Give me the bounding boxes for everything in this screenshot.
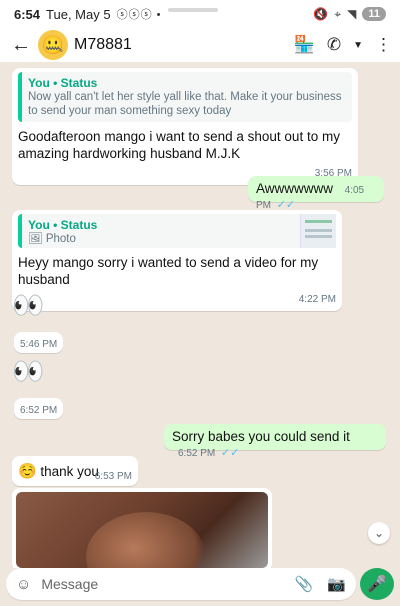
quoted-status[interactable]: You • Status Now yall can't let her styl… [18, 72, 352, 122]
header-actions: 🏪 ✆ ▼ ⋮ [294, 35, 392, 55]
emoji-sticker-icon[interactable]: ☺ [16, 576, 31, 593]
media-thumbnail[interactable] [16, 492, 268, 568]
quote-author: You • Status [28, 76, 98, 90]
message-bubble-incoming[interactable]: You • Status 🖼 Photo Heyy mango sorry i … [12, 210, 342, 311]
message-time: 6:53 PM [94, 471, 132, 482]
message-text: Heyy mango sorry i wanted to send a vide… [18, 255, 319, 287]
message-text: Goodafteroon mango i want to send a shou… [18, 129, 340, 161]
battery-badge: 11 [362, 7, 386, 21]
status-date: Tue, May 5 [46, 6, 111, 22]
status-time: 6:54 [14, 6, 41, 22]
message-bubble-outgoing[interactable]: Awwwwwww 4:05 PM ✓✓ [248, 176, 384, 211]
notification-icons: ⓢⓢⓢ • [116, 9, 162, 21]
chat-area[interactable]: You • Status Now yall can't let her styl… [0, 62, 400, 568]
phone-icon[interactable]: ✆ [327, 35, 341, 55]
quote-text: Now yall can't let her style yall like t… [28, 91, 342, 117]
mic-icon: 🎤 [367, 576, 387, 593]
message-text: Awwwwwww [256, 181, 334, 196]
chat-header: ← 🤐 M78881 🏪 ✆ ▼ ⋮ [0, 28, 400, 62]
status-bar: 6:54 Tue, May 5 ⓢⓢⓢ • 🔇 ⌖ ◥ 11 [0, 0, 400, 28]
mute-icon: 🔇 [313, 7, 329, 21]
store-icon[interactable]: 🏪 [294, 35, 315, 55]
message-time: 6:52 PM [178, 448, 216, 459]
status-pill [168, 8, 218, 12]
double-check-icon: ✓✓ [220, 447, 240, 459]
quote-author: You • Status [28, 218, 98, 232]
eyes-emoji: 👀 [12, 290, 45, 320]
mic-button[interactable]: 🎤 [360, 568, 394, 600]
status-right: 🔇 ⌖ ◥ 11 [313, 7, 386, 22]
camera-icon[interactable]: 📷 [327, 575, 346, 593]
contact-name[interactable]: M78881 [74, 36, 132, 54]
photo-icon: 🖼 [28, 233, 43, 245]
avatar-emoji: 🤐 [41, 34, 65, 55]
message-time: 6:52 PM [20, 405, 58, 416]
message-placeholder: Message [41, 576, 99, 592]
more-options-icon[interactable]: ⋮ [375, 35, 392, 55]
message-time: 5:46 PM [20, 339, 58, 350]
media-message[interactable] [12, 488, 272, 568]
back-arrow-icon[interactable]: ← [8, 34, 34, 57]
message-bubble-incoming[interactable]: ☺️ thank you 6:53 PM [12, 456, 138, 486]
location-icon: ⌖ [334, 6, 342, 21]
message-time-bubble: 6:52 PM [14, 398, 64, 419]
emoji-message[interactable]: 👀 [12, 290, 44, 321]
eyes-emoji: 👀 [12, 356, 45, 386]
smile-emoji: ☺️ [18, 463, 37, 480]
status-thumbnail [300, 214, 336, 248]
message-text: thank you [40, 464, 99, 479]
scroll-down-icon[interactable]: ⌄ [368, 522, 390, 544]
quote-text: Photo [45, 233, 76, 245]
message-bubble-outgoing[interactable]: Sorry babes you could send it 6:52 PM ✓✓ [164, 424, 386, 459]
wifi-icon: ◥ [347, 7, 357, 21]
chevron-down-icon[interactable]: ▼ [353, 40, 363, 51]
message-composer: ☺ Message 📎 📷 🎤 [0, 568, 400, 606]
message-text: Sorry babes you could send it [172, 429, 350, 444]
attach-icon[interactable]: 📎 [295, 575, 314, 593]
emoji-message[interactable]: 👀 [12, 356, 44, 387]
message-time: 4:22 PM [298, 294, 336, 305]
message-input[interactable]: ☺ Message 📎 📷 [6, 568, 356, 600]
quoted-status[interactable]: You • Status 🖼 Photo [18, 214, 336, 248]
message-bubble-incoming[interactable]: You • Status Now yall can't let her styl… [12, 68, 358, 185]
avatar[interactable]: 🤐 [38, 30, 68, 60]
message-time-bubble: 5:46 PM [14, 332, 64, 353]
